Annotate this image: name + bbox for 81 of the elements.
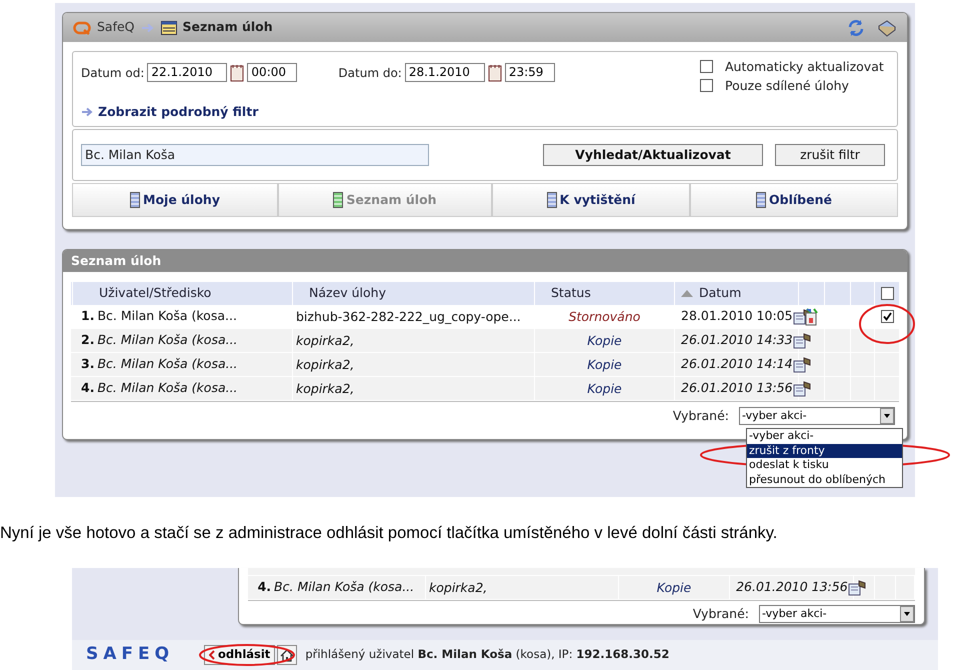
select-label: Vybrané: [672, 407, 729, 425]
action-dropdown[interactable]: -vyber akci- [759, 605, 915, 624]
table-cell-text: 26.01.2010 14:14 [681, 355, 793, 374]
row-number: 4. [81, 379, 94, 398]
date-field[interactable]: 22.1.2010 [147, 63, 228, 82]
row-number: 1. [81, 307, 94, 326]
tab[interactable]: Oblíbené [690, 183, 898, 217]
chevron-icon [209, 650, 215, 660]
column-header[interactable]: Datum [699, 284, 742, 303]
row-number: 3. [81, 355, 94, 374]
calendar-icon [488, 64, 502, 82]
breadcrumb-link[interactable]: SafeQ [97, 18, 135, 37]
logo-text: SAFEQ [86, 643, 176, 666]
date-label: Datum od: [81, 64, 144, 82]
printer-icon [792, 356, 811, 372]
row-checkbox[interactable] [880, 310, 894, 323]
stack-icon [130, 192, 140, 208]
table-cell-text: Bc. Milan Koša (kosa... [97, 379, 238, 398]
refresh-icon [847, 18, 865, 36]
action-dropdown[interactable]: -vyber akci- [739, 407, 895, 426]
menu-option[interactable]: zrušit z fronty [747, 444, 902, 458]
annotation-ellipse [858, 303, 916, 345]
menu-option[interactable]: odeslat k tisku [747, 458, 902, 472]
printer-icon [792, 332, 811, 348]
select-label: Vybrané: [692, 605, 749, 623]
checkbox-label: Automaticky aktualizovat [725, 60, 884, 74]
table-cell-text: Bc. Milan Koša (kosa... [97, 307, 237, 326]
caret-icon [880, 408, 894, 424]
tab[interactable]: Moje úlohy [72, 183, 278, 217]
filter-link[interactable]: Zobrazit podrobný filtr [98, 103, 258, 122]
sort-icon [681, 290, 693, 297]
checkbox[interactable] [700, 60, 713, 73]
caret-icon [900, 606, 914, 622]
list-icon [160, 20, 177, 34]
table-cell: kopirka2, [293, 353, 535, 376]
time-field[interactable]: 23:59 [504, 63, 555, 82]
checkbox-label: Pouze sdílené úlohy [725, 79, 849, 93]
status-text: Kopie [535, 329, 675, 352]
status-text: Kopie [535, 353, 675, 376]
home-icon [280, 648, 294, 662]
date-label: Datum do: [338, 64, 402, 82]
table-cell: kopirka2, [293, 329, 535, 352]
document-arrows-icon [804, 308, 818, 326]
printer-icon [792, 380, 811, 396]
table-cell-text: Bc. Milan Koša (kosa... [97, 355, 238, 374]
caption: Nyní je vše hotovo a stačí se z administrace odhlásit pomocí tlačítka umístěného v levé dolní části stránky. [0, 523, 778, 544]
checkbox[interactable] [700, 79, 713, 92]
printer-icon [848, 580, 866, 596]
logo-icon [73, 20, 91, 34]
status-text: Kopie [618, 576, 730, 599]
stack-icon [546, 192, 557, 208]
menu-option[interactable]: -vyber akci- [747, 429, 902, 444]
search-field[interactable]: Bc. Milan Koša [81, 144, 429, 166]
row-number: 4. [258, 578, 272, 596]
tab[interactable]: K vytištění [492, 183, 690, 217]
arrow-icon [140, 22, 155, 32]
panel-title: Seznam úloh [63, 250, 907, 272]
arrow-icon [81, 107, 94, 118]
table-cell-text: 26.01.2010 13:56 [681, 379, 793, 398]
table-cell-text: 28.01.2010 10:05 [681, 307, 793, 326]
status-text: Stornováno [535, 305, 675, 328]
table-cell-text: 26.01.2010 14:33 [681, 331, 793, 350]
date-field[interactable]: 28.1.2010 [404, 63, 485, 82]
stack-icon [333, 192, 344, 208]
table-cell: kopirka2, [426, 576, 619, 599]
table-cell-text: Bc. Milan Koša (kosa... [274, 578, 414, 596]
select-all-checkbox[interactable] [880, 287, 894, 300]
table-cell: kopirka2, [293, 377, 535, 400]
table-cell-text: Bc. Milan Koša (kosa... [97, 331, 238, 350]
time-field[interactable]: 00:00 [247, 63, 298, 82]
table-cell: bizhub-362-282-222_ug_copy-ope... [293, 305, 535, 328]
row-number: 2. [81, 331, 94, 350]
calendar-icon [230, 64, 244, 82]
page-title: Seznam úloh [182, 18, 273, 36]
table-cell-text: 26.01.2010 13:56 [736, 578, 848, 596]
clear-filter-button[interactable]: zrušit filtr [775, 144, 885, 166]
search-button[interactable]: Vyhledat/Aktualizovat [543, 144, 763, 166]
user-info: přihlášený uživatel Bc. Milan Koša (kosa), IP: 192.168.30.52 [305, 646, 670, 664]
stack-icon [756, 192, 766, 208]
menu-option[interactable]: přesunout do oblíbených [747, 472, 902, 487]
status-text: Kopie [535, 377, 675, 400]
